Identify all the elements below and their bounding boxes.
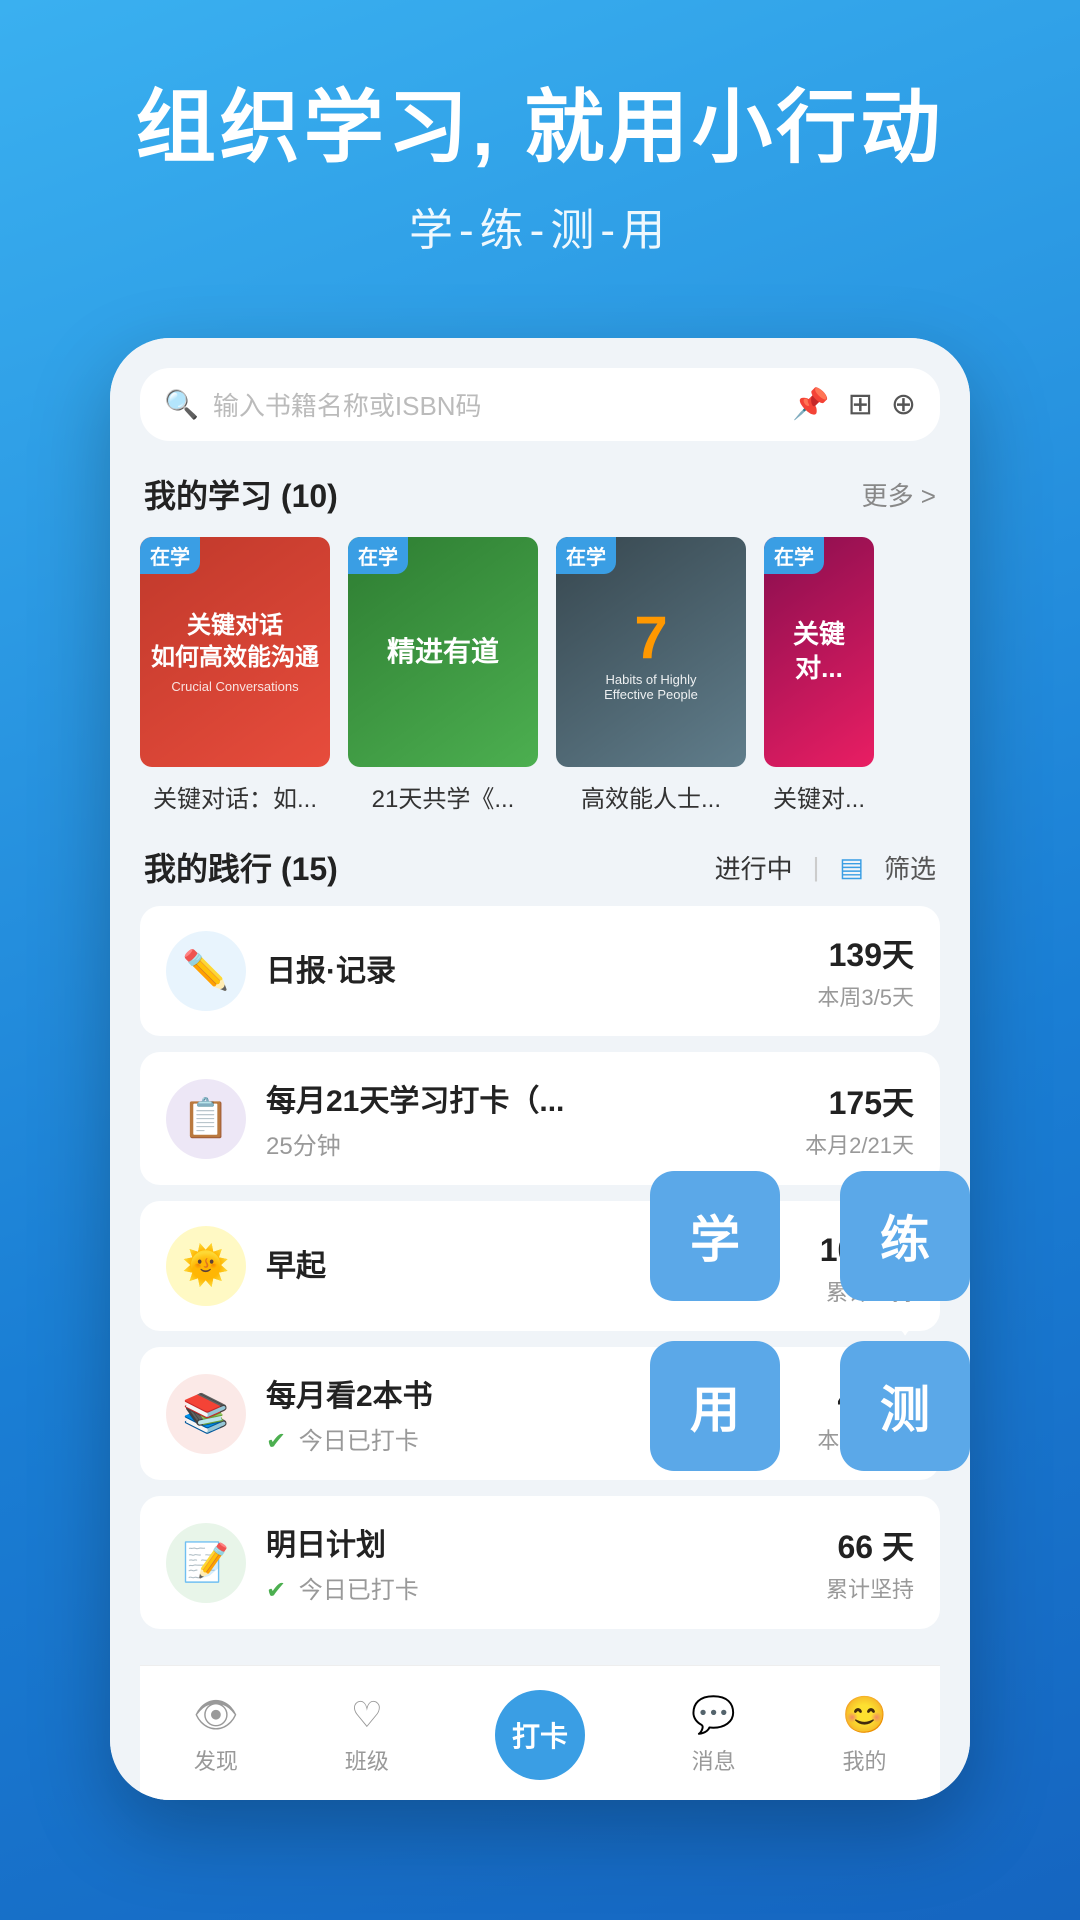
search-input[interactable]: 输入书籍名称或ISBN码 (213, 386, 778, 423)
book-badge-2: 在学 (348, 537, 408, 574)
search-bar: 🔍 输入书籍名称或ISBN码 📌 ⊞ ⊕ (140, 368, 940, 441)
slxc-arrow-left: ← (790, 1384, 830, 1429)
practice-filters: 进行中 | ▤ 筛选 (715, 849, 936, 886)
profile-label: 我的 (843, 1744, 887, 1776)
slxc-test-btn[interactable]: 测 (840, 1341, 970, 1471)
book-list: 在学 关键对话如何高效能沟通 Crucial Conversations 关键对… (140, 537, 940, 814)
my-learning-more[interactable]: 更多 > (862, 476, 936, 513)
practice-list: ✏️ 日报·记录 139天 本周3/5天 📋 每月21天学习打卡（... 25分… (140, 906, 940, 1645)
practice-item-icon-2: 📋 (166, 1079, 246, 1159)
practice-item-3[interactable]: 🌞 早起 103 天 累计坚持 学 → 练 (140, 1201, 940, 1331)
practice-item-icon-3: 🌞 (166, 1226, 246, 1306)
my-learning-title: 我的学习 (10) (144, 471, 338, 517)
book-item-2[interactable]: 在学 精进有道 21天共学《... (348, 537, 538, 814)
add-button[interactable]: ⊕ (891, 387, 916, 422)
hero-title: 组织学习, 就用小行动 (40, 80, 1040, 176)
book-cover-4: 在学 关键对... (764, 537, 874, 767)
class-icon: ♡ (351, 1694, 383, 1736)
book-item-1[interactable]: 在学 关键对话如何高效能沟通 Crucial Conversations 关键对… (140, 537, 330, 814)
phone-mockup-wrapper: 🔍 输入书籍名称或ISBN码 📌 ⊞ ⊕ 我的学习 (10) 更多 > (0, 338, 1080, 1800)
filter-icon: ▤ (839, 852, 864, 883)
nav-discover[interactable]: 👁 发现 (193, 1694, 239, 1776)
book-badge-4: 在学 (764, 537, 824, 574)
practice-item-5[interactable]: 📝 明日计划 ✔ 今日已打卡 66 天 累计坚持 (140, 1496, 940, 1629)
book-title-2: 21天共学《... (348, 779, 538, 814)
message-label: 消息 (692, 1744, 736, 1776)
practice-item-icon-1: ✏️ (166, 931, 246, 1011)
practice-item-name-1: 日报·记录 (266, 946, 817, 990)
practice-item-info-1: 日报·记录 (266, 946, 817, 996)
slxc-learn-btn[interactable]: 学 (650, 1171, 780, 1301)
practice-item-info-5: 明日计划 ✔ 今日已打卡 (266, 1520, 826, 1605)
checkin-center-btn[interactable]: 打卡 (495, 1690, 585, 1780)
practice-item-stats-5: 66 天 累计坚持 (826, 1522, 914, 1604)
my-practice-title: 我的践行 (15) (144, 844, 338, 890)
book-cover-1: 在学 关键对话如何高效能沟通 Crucial Conversations (140, 537, 330, 767)
practice-item-name-5: 明日计划 (266, 1520, 826, 1564)
slxc-arrow-right: → (790, 1214, 830, 1259)
book-title-1: 关键对话：如... (140, 779, 330, 814)
book-cover-3: 在学 7 Habits of HighlyEffective People (556, 537, 746, 767)
nav-checkin[interactable]: 打卡 (495, 1690, 585, 1780)
practice-item-icon-4: 📚 (166, 1374, 246, 1454)
discover-label: 发现 (194, 1744, 238, 1776)
practice-item-name-2: 每月21天学习打卡（... (266, 1076, 805, 1120)
nav-class[interactable]: ♡ 班级 (345, 1694, 389, 1776)
scan-button[interactable]: ⊞ (848, 387, 873, 422)
my-practice-header: 我的践行 (15) 进行中 | ▤ 筛选 (140, 844, 940, 890)
book-title-4: 关键对... (764, 779, 874, 814)
practice-item-icon-5: 📝 (166, 1523, 246, 1603)
book-item-4[interactable]: 在学 关键对... 关键对... (764, 537, 874, 814)
hero-subtitle: 学-练-测-用 (40, 194, 1040, 258)
nav-profile[interactable]: 😊 我的 (842, 1694, 887, 1776)
book-badge-1: 在学 (140, 537, 200, 574)
book-title-3: 高效能人士... (556, 779, 746, 814)
phone-mockup: 🔍 输入书籍名称或ISBN码 📌 ⊞ ⊕ 我的学习 (10) 更多 > (110, 338, 970, 1800)
slxc-arrow-down: ↓ (895, 1299, 915, 1344)
search-icon: 🔍 (164, 388, 199, 421)
my-learning-header: 我的学习 (10) 更多 > (140, 471, 940, 517)
message-icon: 💬 (691, 1694, 736, 1736)
profile-icon: 😊 (842, 1694, 887, 1736)
slxc-practice-btn[interactable]: 练 (840, 1171, 970, 1301)
pin-button[interactable]: 📌 (792, 387, 829, 422)
practice-item-stats-1: 139天 本周3/5天 (817, 930, 914, 1012)
nav-message[interactable]: 💬 消息 (691, 1694, 736, 1776)
phone-content: 🔍 输入书籍名称或ISBN码 📌 ⊞ ⊕ 我的学习 (10) 更多 > (110, 338, 970, 1800)
hero-section: 组织学习, 就用小行动 学-练-测-用 (0, 0, 1080, 298)
filter-label[interactable]: 筛选 (884, 849, 936, 886)
book-badge-3: 在学 (556, 537, 616, 574)
practice-item-sub-5: ✔ 今日已打卡 (266, 1570, 826, 1605)
slxc-use-btn[interactable]: 用 (650, 1341, 780, 1471)
book-cover-2: 在学 精进有道 (348, 537, 538, 767)
discover-icon: 👁 (193, 1694, 239, 1736)
slxc-overlay: 学 → 练 ↓ 用 ← 测 (650, 1141, 970, 1471)
practice-item-1[interactable]: ✏️ 日报·记录 139天 本周3/5天 (140, 906, 940, 1036)
filter-status[interactable]: 进行中 (715, 849, 793, 886)
book-item-3[interactable]: 在学 7 Habits of HighlyEffective People 高效… (556, 537, 746, 814)
bottom-nav: 👁 发现 ♡ 班级 打卡 💬 消息 😊 我 (140, 1665, 940, 1800)
search-actions: 📌 ⊞ ⊕ (792, 387, 916, 422)
class-label: 班级 (345, 1744, 389, 1776)
